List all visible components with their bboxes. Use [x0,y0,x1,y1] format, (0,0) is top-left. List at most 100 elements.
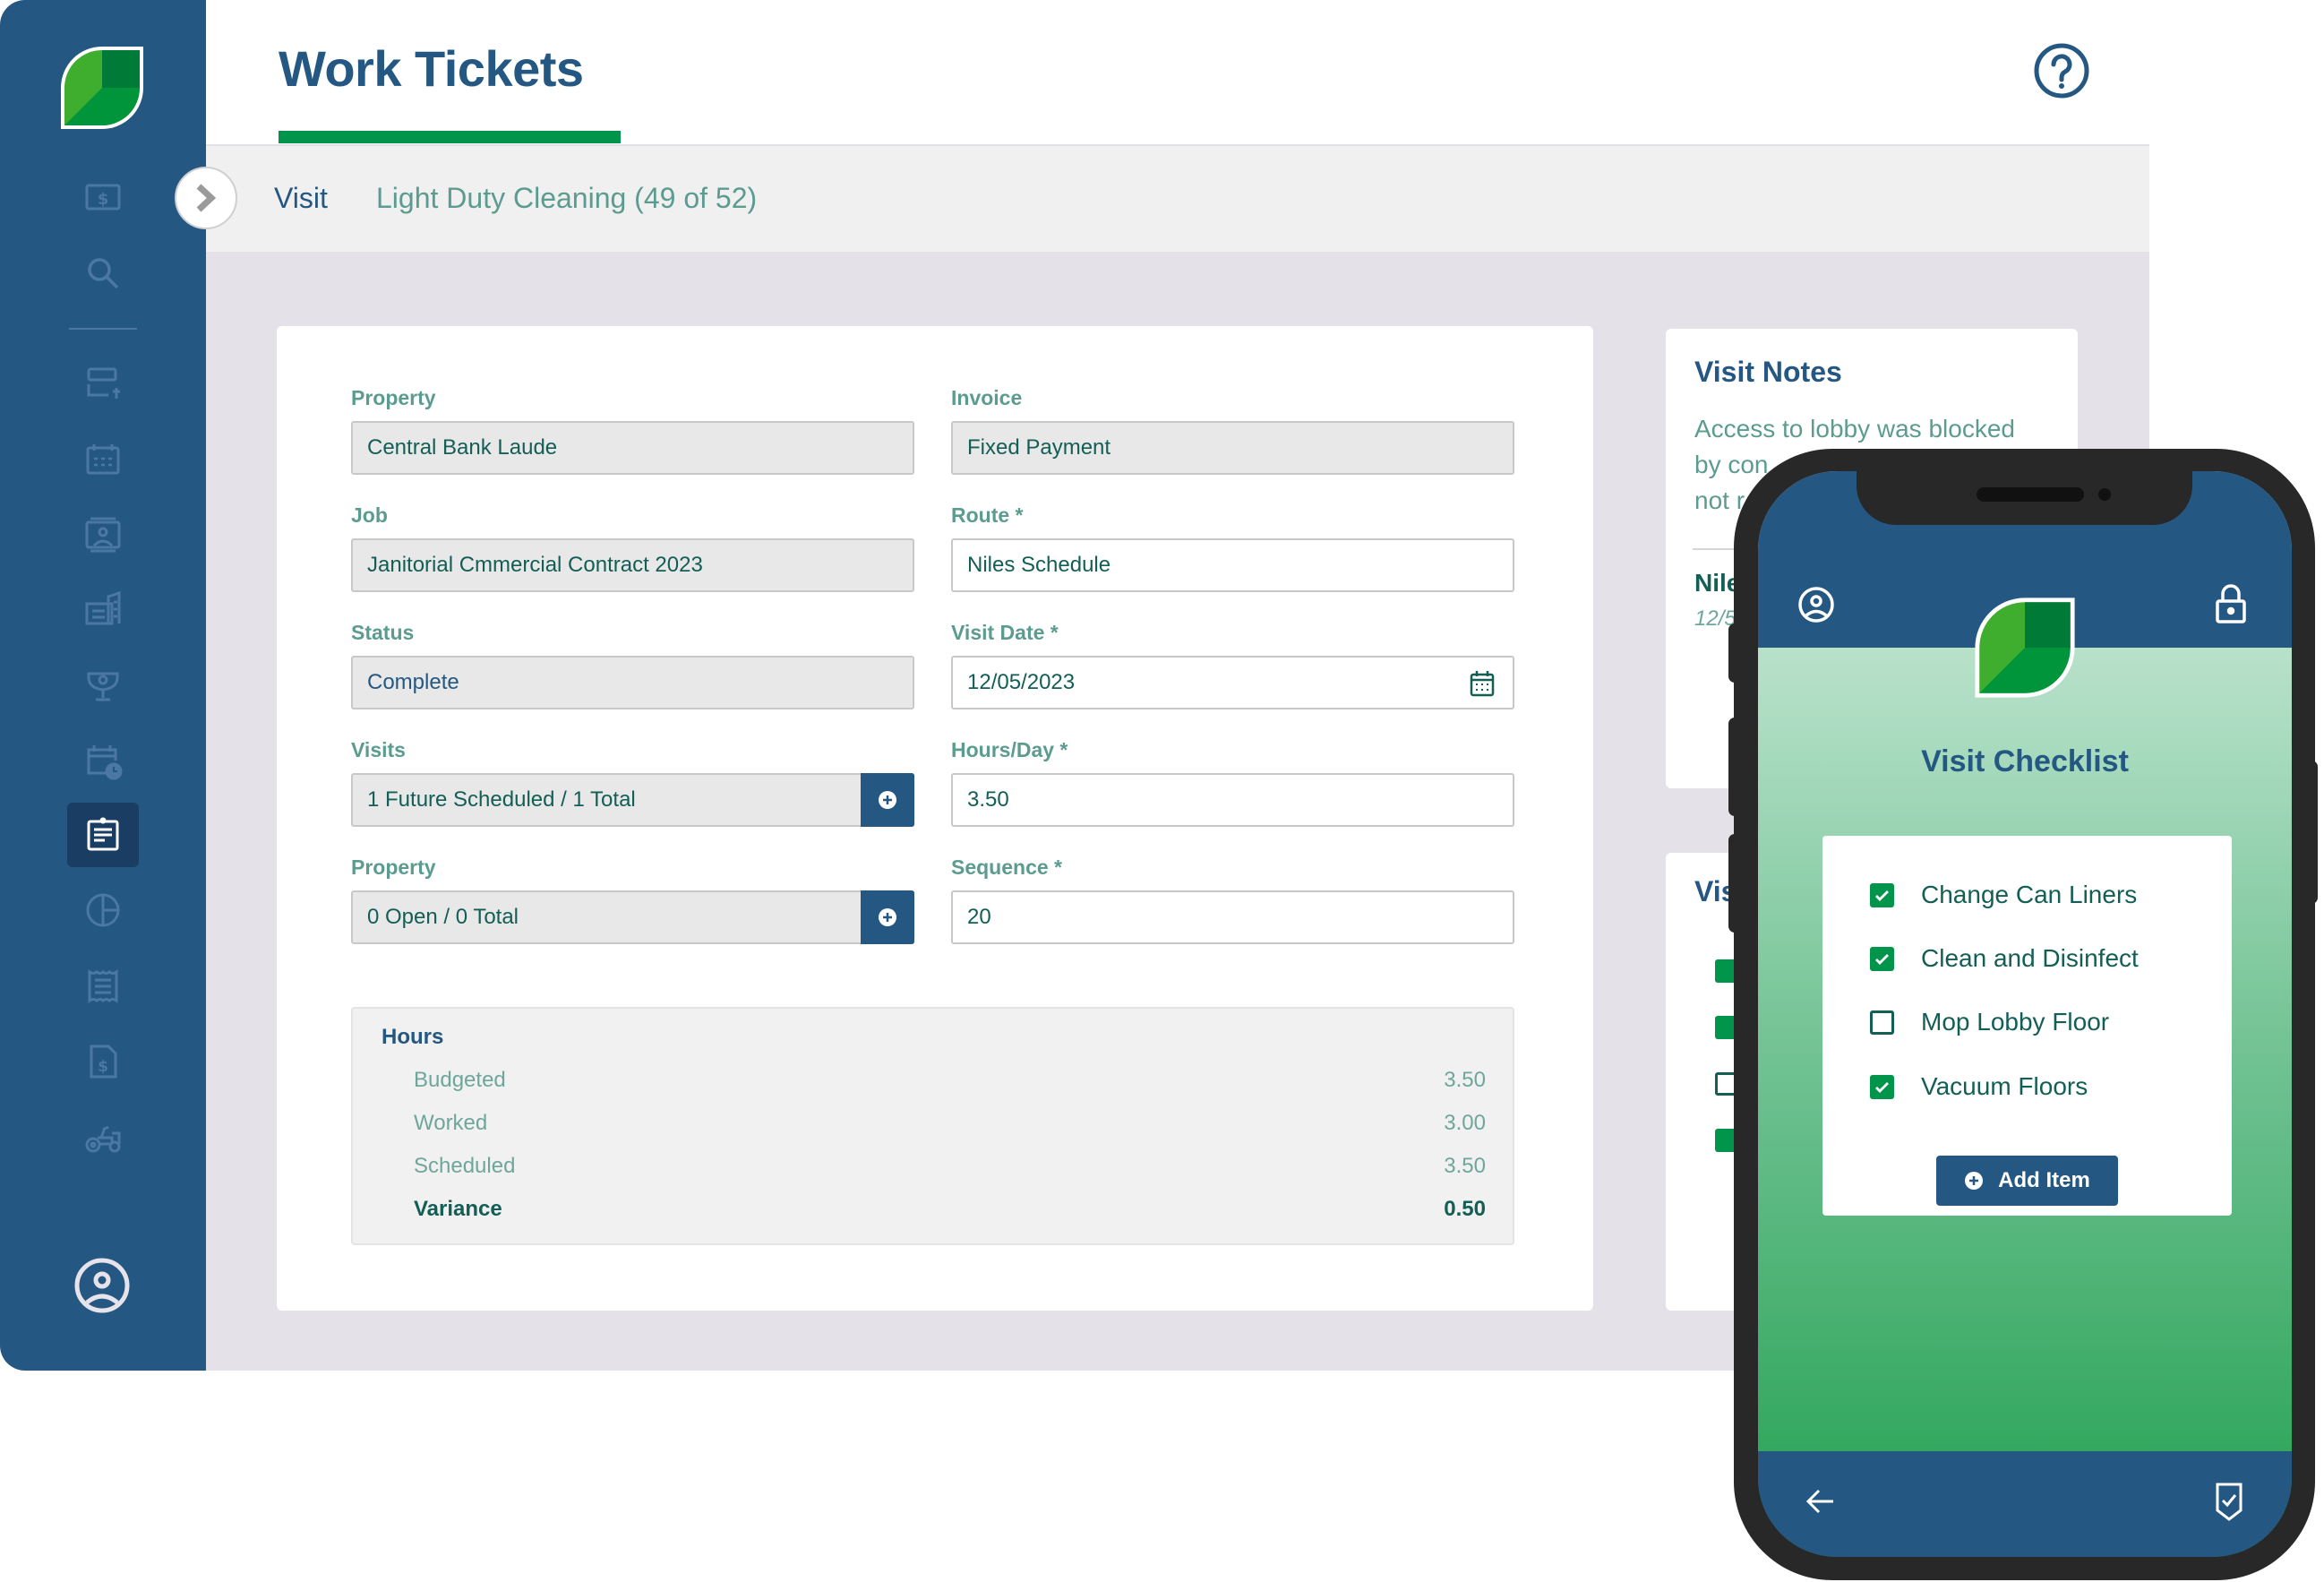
add-item-button[interactable]: Add Item [1936,1156,2118,1206]
svg-text:$: $ [98,190,109,209]
add-visit-button[interactable] [861,773,914,827]
checkbox-unchecked[interactable] [1870,1010,1894,1035]
invoice-icon: $ [90,1045,117,1079]
checkbox-checked[interactable] [1870,882,1894,907]
property-label: Property [351,386,436,409]
plus-circle-icon [879,791,896,809]
hours-row-value: 3.00 [1444,1111,1486,1135]
route-label: Route * [951,503,1024,527]
checklist-title: Visit Checklist [1921,744,2129,778]
property-field[interactable]: Central Bank Laude [351,421,914,475]
phone-side-button [1728,834,1741,933]
question-circle-icon[interactable] [2033,42,2090,99]
contact-card-icon [85,517,121,553]
title-underline [279,131,621,143]
dollar-bill-icon: $ [85,184,121,211]
hours-day-value: 3.50 [967,787,1009,812]
logo-leaf-icon [1975,598,2075,698]
hours-row-worked: Worked 3.00 [414,1111,1486,1136]
buildings-icon [85,590,121,625]
tab-light-duty-cleaning[interactable]: Light Duty Cleaning (49 of 52) [376,182,757,215]
hours-row-scheduled: Scheduled 3.50 [414,1154,1486,1179]
svg-text:$: $ [98,1058,108,1076]
job-field[interactable]: Janitorial Cmmercial Contract 2023 [351,538,914,592]
checklist-item-change-can-liners[interactable]: Change Can Liners [1870,881,2137,909]
hours-day-input[interactable]: 3.50 [951,773,1514,827]
sidebar-item-calendar[interactable] [67,427,139,492]
invoice-field[interactable]: Fixed Payment [951,421,1514,475]
sidebar-item-search[interactable] [67,241,139,305]
phone-side-button [1728,623,1741,683]
sidebar-item-schedule[interactable] [67,728,139,793]
status-label: Status [351,621,415,644]
checklist-card: Change Can Liners Clean and Disinfect Mo… [1822,836,2232,1216]
sidebar-item-work-tickets[interactable] [67,803,139,867]
sidebar-item-properties[interactable] [67,577,139,641]
sidebar-item-invoices[interactable]: $ [67,1029,139,1094]
trophy-icon [87,672,119,701]
plus-circle-icon [1965,1172,1984,1190]
property-issues-field[interactable]: 0 Open / 0 Total [351,890,914,944]
pie-chart-icon [86,893,120,927]
checklist-item-mop-lobby-floor[interactable]: Mop Lobby Floor [1870,1008,2109,1036]
hours-row-value: 3.50 [1444,1068,1486,1092]
hours-summary: Hours Budgeted 3.50 Worked 3.00 Scheduled 3… [351,1007,1514,1245]
hours-row-budgeted: Budgeted 3.50 [414,1068,1486,1093]
visit-date-input[interactable]: 12/05/2023 [951,656,1514,709]
hours-row-label: Scheduled [414,1154,516,1178]
job-label: Job [351,503,388,527]
clipboard-icon [87,817,119,851]
lock-icon[interactable] [2215,583,2247,624]
checkmark-icon [1875,953,1889,965]
hours-row-value: 3.50 [1444,1154,1486,1178]
sidebar-item-awards[interactable] [67,653,139,718]
checklist-item-vacuum-floors[interactable]: Vacuum Floors [1870,1072,2088,1101]
sequence-input[interactable]: 20 [951,890,1514,944]
checkbox-checked[interactable] [1870,946,1894,971]
checklist-item-label: Mop Lobby Floor [1921,1008,2110,1036]
add-property-issue-button[interactable] [861,890,914,944]
status-field[interactable]: Complete [351,656,914,709]
add-list-icon [87,367,120,399]
hours-row-label: Variance [414,1197,502,1221]
visits-field[interactable]: 1 Future Scheduled / 1 Total [351,773,914,827]
checkmark-icon [1875,1081,1889,1093]
route-value: Niles Schedule [967,553,1111,577]
tab-visit[interactable]: Visit [274,182,328,215]
calendar-icon [86,444,120,475]
add-item-label: Add Item [1998,1168,2090,1192]
route-input[interactable]: Niles Schedule [951,538,1514,592]
visit-date-label: Visit Date * [951,621,1059,644]
shield-check-icon[interactable] [2215,1482,2243,1521]
status-value: Complete [367,670,459,694]
sidebar-item-contacts[interactable] [67,503,139,567]
sidebar-item-receipts[interactable] [67,954,139,1019]
tractor-icon [85,1125,121,1153]
hours-day-label: Hours/Day * [951,738,1068,761]
user-circle-icon[interactable] [1797,586,1835,623]
property-issues-label: Property [351,855,436,879]
visits-value: 1 Future Scheduled / 1 Total [367,787,636,812]
visit-date-value: 12/05/2023 [967,670,1076,694]
job-value: Janitorial Cmmercial Contract 2023 [367,553,703,577]
user-circle-icon[interactable] [73,1257,131,1314]
plus-circle-icon [879,908,896,926]
sidebar-item-reports[interactable] [67,878,139,942]
calendar-icon[interactable] [1470,670,1495,697]
receipt-icon [88,969,118,1003]
sidebar-toggle-button[interactable] [175,167,237,229]
mobile-phone: Visit Checklist Change Can Liners Clean … [1728,449,2318,1580]
checklist-item-clean-and-disinfect[interactable]: Clean and Disinfect [1870,944,2139,973]
sidebar-item-billing[interactable]: $ [67,165,139,229]
sidebar-item-new[interactable] [67,352,139,417]
invoice-value: Fixed Payment [967,435,1111,460]
checkmark-icon [1875,890,1889,901]
checklist-item-label: Clean and Disinfect [1921,944,2139,972]
sidebar-item-equipment[interactable] [67,1105,139,1169]
tab-bar: Visit Light Duty Cleaning (49 of 52) [206,144,2149,252]
invoice-label: Invoice [951,386,1023,409]
arrow-left-icon[interactable] [1805,1485,1837,1518]
property-value: Central Bank Laude [367,435,558,460]
checkbox-checked[interactable] [1870,1074,1894,1099]
phone-speaker [1977,487,2084,502]
